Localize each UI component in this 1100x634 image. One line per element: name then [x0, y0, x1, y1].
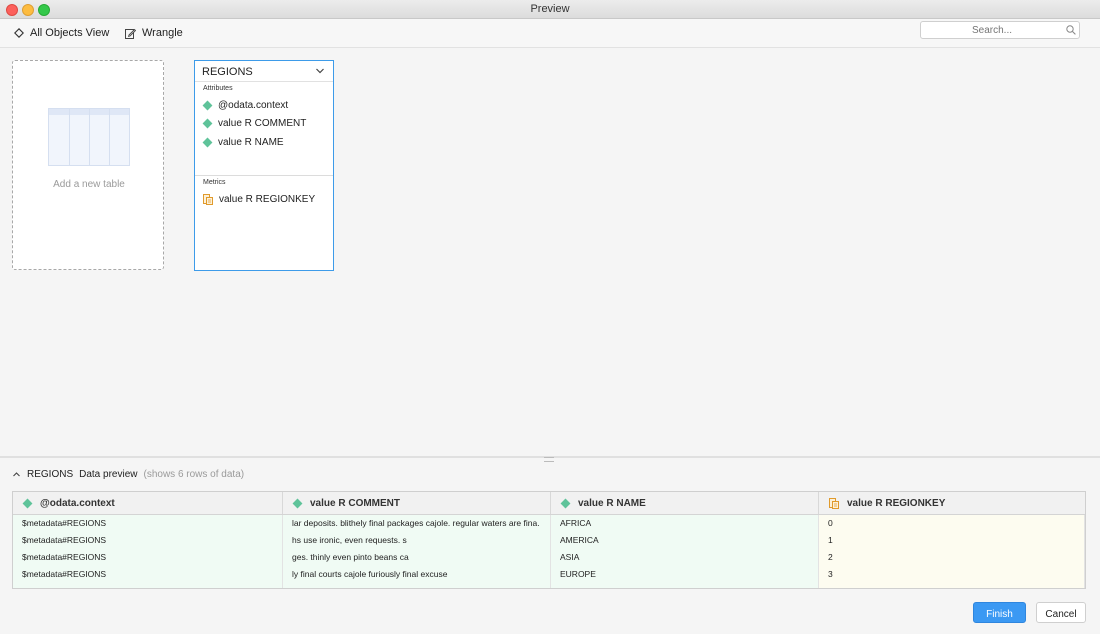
- table-cell[interactable]: 4: [819, 583, 1085, 588]
- table-cell[interactable]: ASIA: [551, 549, 819, 566]
- metrics-section-label: Metrics: [203, 179, 226, 186]
- table-cell[interactable]: ly final courts cajole furiously final e…: [283, 566, 551, 583]
- chevron-down-icon[interactable]: [315, 66, 325, 76]
- data-preview-header[interactable]: REGIONS Data preview (shows 6 rows of da…: [12, 467, 244, 481]
- diamond-outline-icon: [14, 28, 24, 38]
- table-card-header: REGIONS: [195, 61, 333, 82]
- search-icon[interactable]: [1066, 25, 1076, 35]
- table-row[interactable]: $metadata#REGIONS ges. thinly even pinto …: [13, 549, 1085, 567]
- table-cell[interactable]: $metadata#REGIONS: [13, 515, 283, 532]
- table-cell[interactable]: AFRICA: [551, 515, 819, 532]
- attribute-icon: [202, 100, 213, 110]
- attributes-section-label: Attributes: [203, 85, 233, 92]
- column-header-comment[interactable]: value R COMMENT: [283, 492, 551, 514]
- finish-button[interactable]: Finish: [973, 602, 1026, 623]
- table-cell[interactable]: $metadata#REGIONS: [13, 549, 283, 566]
- attribute-icon: [202, 137, 213, 147]
- table-cell[interactable]: hs use ironic, even requests. s: [283, 532, 551, 549]
- table-cell[interactable]: ges. thinly even pinto beans ca: [283, 549, 551, 566]
- table-cell[interactable]: uickly special accounts cajole carefully…: [283, 583, 551, 588]
- column-header-regionkey[interactable]: value R REGIONKEY: [819, 492, 1085, 514]
- table-row[interactable]: $metadata#REGIONS lar deposits. blithely …: [13, 515, 1085, 533]
- table-card-regions[interactable]: REGIONS Attributes @odata.context value …: [194, 60, 334, 271]
- table-cell[interactable]: EUROPE: [551, 566, 819, 583]
- preview-subtitle: (shows 6 rows of data): [143, 468, 245, 480]
- table-row[interactable]: $metadata#REGIONS hs use ironic, even req…: [13, 532, 1085, 550]
- table-cell[interactable]: 3: [819, 566, 1085, 583]
- table-row[interactable]: $metadata#REGIONS ly final courts cajole …: [13, 566, 1085, 584]
- table-cell[interactable]: 0: [819, 515, 1085, 532]
- chevron-up-icon[interactable]: [12, 470, 21, 479]
- all-objects-view-button[interactable]: All Objects View: [14, 25, 109, 41]
- table-row[interactable]: $metadata#REGIONSuickly special accounts…: [13, 583, 1085, 588]
- table-cell[interactable]: $metadata#REGIONS: [13, 583, 283, 588]
- close-window-button[interactable]: [6, 4, 18, 16]
- table-placeholder-icon: [48, 108, 130, 166]
- all-objects-view-label: All Objects View: [30, 27, 110, 39]
- minimize-window-button[interactable]: [22, 4, 34, 16]
- column-header-name[interactable]: value R NAME: [551, 492, 819, 514]
- table-cell[interactable]: AMERICA: [551, 532, 819, 549]
- table-cell[interactable]: $metadata#REGIONS: [13, 566, 283, 583]
- metric-icon: [203, 193, 213, 205]
- window-titlebar: Preview: [0, 0, 1100, 19]
- attribute-item[interactable]: value R NAME: [202, 135, 284, 149]
- add-table-card[interactable]: Add a new table: [12, 60, 164, 270]
- metric-icon: [829, 497, 839, 509]
- column-header-odata-context[interactable]: @odata.context: [13, 492, 283, 514]
- table-cell[interactable]: $metadata#REGIONS: [13, 532, 283, 549]
- table-cell[interactable]: MIDDLE EAST: [551, 583, 819, 588]
- window-title: Preview: [530, 3, 570, 15]
- wrangle-button[interactable]: Wrangle: [125, 25, 183, 41]
- objects-canvas: Add a new table REGIONS Attributes @odat…: [0, 48, 1100, 456]
- attribute-icon: [22, 498, 33, 508]
- cancel-button[interactable]: Cancel: [1036, 602, 1086, 623]
- table-cell[interactable]: lar deposits. blithely final packages ca…: [283, 515, 551, 532]
- attribute-item[interactable]: @odata.context: [202, 98, 288, 112]
- section-divider: [195, 175, 333, 176]
- table-cell[interactable]: 2: [819, 549, 1085, 566]
- add-table-label: Add a new table: [53, 179, 125, 190]
- metric-item[interactable]: value R REGIONKEY: [203, 192, 315, 206]
- splitter-grip-icon[interactable]: [544, 457, 554, 462]
- attribute-icon: [202, 118, 213, 128]
- wrangle-label: Wrangle: [142, 27, 183, 39]
- preview-title: Data preview: [79, 468, 138, 480]
- grid-header-row: @odata.context value R COMMENT value R N…: [13, 492, 1085, 515]
- attribute-icon: [560, 498, 571, 508]
- table-cell[interactable]: 1: [819, 532, 1085, 549]
- attribute-icon: [292, 498, 303, 508]
- zoom-window-button[interactable]: [38, 4, 50, 16]
- table-card-title: REGIONS: [202, 66, 253, 78]
- search-input[interactable]: [920, 21, 1080, 39]
- data-preview-grid[interactable]: @odata.context value R COMMENT value R N…: [12, 491, 1086, 589]
- preview-table-name: REGIONS: [27, 468, 74, 480]
- toolbar: All Objects View Wrangle: [0, 19, 1100, 48]
- attribute-item[interactable]: value R COMMENT: [202, 116, 306, 130]
- edit-icon: [125, 28, 136, 39]
